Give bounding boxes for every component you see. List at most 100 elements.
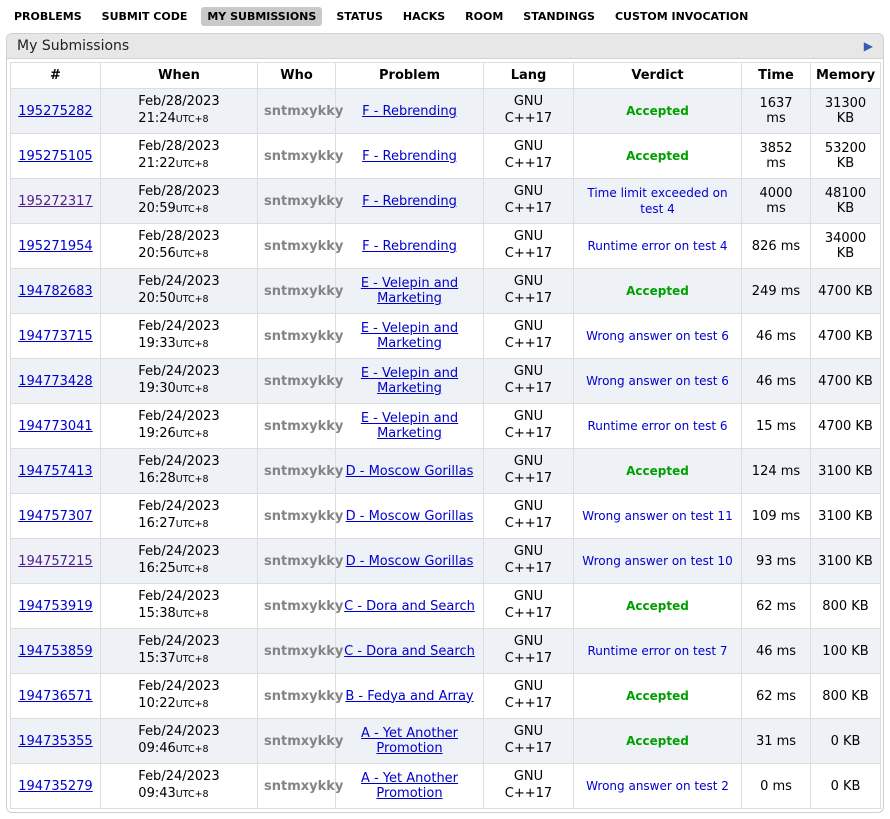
nav-item-problems[interactable]: PROBLEMS: [8, 7, 88, 26]
problem-link[interactable]: D - Moscow Gorillas: [346, 509, 474, 524]
submission-date: Feb/28/2023: [138, 94, 219, 109]
submission-verdict-cell: Accepted: [574, 674, 742, 719]
submission-lang-cell: GNU C++17: [484, 494, 574, 539]
submission-lang-cell: GNU C++17: [484, 314, 574, 359]
memory-text: 800 KB: [822, 599, 868, 614]
user-link[interactable]: sntmxykky: [264, 779, 343, 794]
problem-link[interactable]: C - Dora and Search: [344, 644, 475, 659]
submission-id-cell: 194736571: [11, 674, 101, 719]
problem-link[interactable]: E - Velepin and Marketing: [361, 321, 458, 351]
user-link[interactable]: sntmxykky: [264, 149, 343, 164]
problem-link[interactable]: A - Yet Another Promotion: [361, 771, 458, 801]
submission-when-cell: Feb/24/2023 19:33UTC+8: [101, 314, 258, 359]
user-link[interactable]: sntmxykky: [264, 644, 343, 659]
col-header-verdict: Verdict: [574, 63, 742, 89]
user-link[interactable]: sntmxykky: [264, 599, 343, 614]
submission-memory-cell: 100 KB: [811, 629, 881, 674]
user-link[interactable]: sntmxykky: [264, 419, 343, 434]
col-header-who: Who: [258, 63, 336, 89]
submission-lang-cell: GNU C++17: [484, 719, 574, 764]
submission-id-link[interactable]: 195271954: [18, 239, 92, 254]
submission-memory-cell: 3100 KB: [811, 539, 881, 584]
submission-lang-cell: GNU C++17: [484, 359, 574, 404]
submission-verdict-cell: Accepted: [574, 89, 742, 134]
exec-time-text: 46 ms: [756, 329, 796, 344]
problem-link[interactable]: F - Rebrending: [362, 239, 457, 254]
exec-time-text: 15 ms: [756, 419, 796, 434]
submission-problem-cell: F - Rebrending: [336, 224, 484, 269]
user-link[interactable]: sntmxykky: [264, 284, 343, 299]
submission-id-link[interactable]: 194757307: [18, 509, 92, 524]
submission-id-link[interactable]: 195272317: [18, 194, 92, 209]
submission-id-link[interactable]: 194753859: [18, 644, 92, 659]
submission-date: Feb/28/2023: [138, 139, 219, 154]
col-header-lang: Lang: [484, 63, 574, 89]
user-link[interactable]: sntmxykky: [264, 329, 343, 344]
user-link[interactable]: sntmxykky: [264, 734, 343, 749]
exec-time-text: 1637 ms: [759, 96, 792, 126]
problem-link[interactable]: E - Velepin and Marketing: [361, 276, 458, 306]
submission-problem-cell: E - Velepin and Marketing: [336, 314, 484, 359]
problem-link[interactable]: D - Moscow Gorillas: [346, 464, 474, 479]
nav-item-status[interactable]: STATUS: [330, 7, 389, 26]
nav-item-standings[interactable]: STANDINGS: [517, 7, 601, 26]
problem-link[interactable]: E - Velepin and Marketing: [361, 411, 458, 441]
problem-link[interactable]: B - Fedya and Array: [345, 689, 473, 704]
submission-id-link[interactable]: 194735355: [18, 734, 92, 749]
exec-time-text: 93 ms: [756, 554, 796, 569]
submission-time-of-day: 16:27: [138, 516, 175, 531]
submission-id-link[interactable]: 194757413: [18, 464, 92, 479]
problem-link[interactable]: C - Dora and Search: [344, 599, 475, 614]
memory-text: 100 KB: [822, 644, 868, 659]
verdict-text: Runtime error on test 6: [587, 418, 727, 434]
user-link[interactable]: sntmxykky: [264, 104, 343, 119]
table-row: 194757215 Feb/24/2023 16:25UTC+8 sntmxyk…: [11, 539, 881, 584]
nav-item-custom-invocation[interactable]: CUSTOM INVOCATION: [609, 7, 754, 26]
submission-id-cell: 194753859: [11, 629, 101, 674]
nav-item-submit-code[interactable]: SUBMIT CODE: [96, 7, 194, 26]
user-link[interactable]: sntmxykky: [264, 194, 343, 209]
submission-verdict-cell: Accepted: [574, 269, 742, 314]
nav-item-hacks[interactable]: HACKS: [397, 7, 451, 26]
submission-id-link[interactable]: 195275105: [18, 149, 92, 164]
submission-verdict-cell: Runtime error on test 4: [574, 224, 742, 269]
nav-item-my-submissions[interactable]: MY SUBMISSIONS: [201, 7, 322, 26]
submission-id-link[interactable]: 194773715: [18, 329, 92, 344]
problem-link[interactable]: F - Rebrending: [362, 194, 457, 209]
nav-item-room[interactable]: ROOM: [459, 7, 509, 26]
expand-arrow-icon[interactable]: ▶: [864, 40, 873, 52]
exec-time-text: 31 ms: [756, 734, 796, 749]
submission-timezone: UTC+8: [176, 654, 209, 665]
submission-id-link[interactable]: 194757215: [18, 554, 92, 569]
submission-id-cell: 194773041: [11, 404, 101, 449]
submission-timezone: UTC+8: [176, 294, 209, 305]
user-link[interactable]: sntmxykky: [264, 464, 343, 479]
submission-id-link[interactable]: 195275282: [18, 104, 92, 119]
submission-id-link[interactable]: 194782683: [18, 284, 92, 299]
problem-link[interactable]: A - Yet Another Promotion: [361, 726, 458, 756]
submission-timezone: UTC+8: [176, 339, 209, 350]
user-link[interactable]: sntmxykky: [264, 374, 343, 389]
user-link[interactable]: sntmxykky: [264, 554, 343, 569]
problem-link[interactable]: F - Rebrending: [362, 149, 457, 164]
submission-id-link[interactable]: 194735279: [18, 779, 92, 794]
col-header-memory: Memory: [811, 63, 881, 89]
submission-timezone: UTC+8: [176, 789, 209, 800]
user-link[interactable]: sntmxykky: [264, 689, 343, 704]
problem-link[interactable]: F - Rebrending: [362, 104, 457, 119]
submission-date: Feb/24/2023: [138, 274, 219, 289]
problem-link[interactable]: D - Moscow Gorillas: [346, 554, 474, 569]
submission-id-link[interactable]: 194753919: [18, 599, 92, 614]
problem-link[interactable]: E - Velepin and Marketing: [361, 366, 458, 396]
submission-id-link[interactable]: 194773041: [18, 419, 92, 434]
submission-lang: GNU C++17: [504, 364, 554, 398]
submission-date: Feb/24/2023: [138, 679, 219, 694]
submission-lang: GNU C++17: [504, 229, 554, 263]
submission-id-link[interactable]: 194736571: [18, 689, 92, 704]
user-link[interactable]: sntmxykky: [264, 509, 343, 524]
submission-when-cell: Feb/28/2023 20:56UTC+8: [101, 224, 258, 269]
submission-id-link[interactable]: 194773428: [18, 374, 92, 389]
submission-date: Feb/28/2023: [138, 184, 219, 199]
submission-date: Feb/24/2023: [138, 544, 219, 559]
user-link[interactable]: sntmxykky: [264, 239, 343, 254]
